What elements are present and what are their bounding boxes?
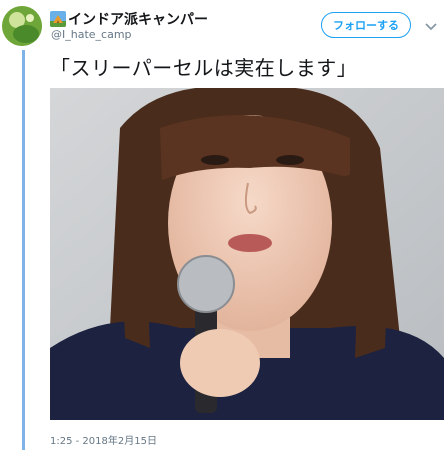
tweet-photo[interactable] [50,88,444,420]
user-handle[interactable]: @I_hate_camp [51,28,132,41]
avatar[interactable] [2,6,42,46]
attached-image [50,88,444,420]
tweet-timestamp[interactable]: 1:25 - 2018年2月15日 [50,432,157,447]
user-name-row[interactable]: インドア派キャンパー [50,9,208,29]
thread-line [22,50,25,450]
avatar-image [2,6,42,46]
follow-button[interactable]: フォローする [321,12,411,38]
tweet-text: 「スリーパーセルは実在します」 [50,56,358,80]
display-name[interactable]: インドア派キャンパー [68,9,208,29]
chevron-down-icon[interactable] [424,18,438,31]
camping-tent-emoji-icon [50,11,66,27]
